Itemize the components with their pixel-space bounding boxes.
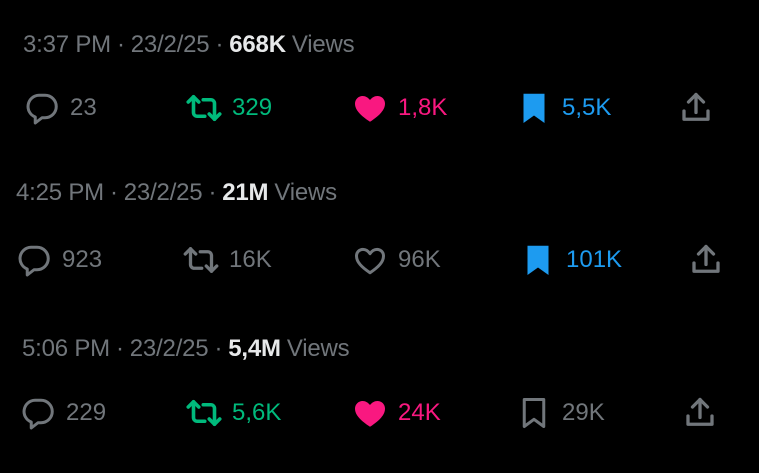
bookmark-button[interactable]: 29K [516, 393, 605, 433]
reply-button[interactable]: 23 [24, 88, 97, 128]
bookmark-button[interactable]: 5,5K [516, 88, 611, 128]
separator-dot: · [116, 31, 125, 58]
share-icon [678, 90, 714, 126]
views-count: 21M [222, 179, 269, 206]
like-count: 1,8K [398, 94, 448, 121]
views-label: Views [291, 31, 355, 58]
bookmark-count: 101K [566, 246, 623, 273]
reply-icon [20, 395, 56, 431]
post-stats-2: 4:25 PM · 23/2/25 · 21M Views 923 16K 96K 101… [0, 150, 759, 300]
action-bar: 923 16K 96K 101K [0, 240, 759, 280]
repost-button[interactable]: 329 [186, 88, 272, 128]
post-time[interactable]: 5:06 PM [22, 335, 110, 362]
post-stats-1: 3:37 PM · 23/2/25 · 668K Views 23 329 1,8K 5,… [0, 0, 759, 150]
post-stats-3: 5:06 PM · 23/2/25 · 5,4M Views 229 5,6K 24K 2… [0, 306, 759, 456]
heart-icon [352, 395, 388, 431]
views-count: 5,4M [228, 335, 281, 362]
reply-button[interactable]: 229 [20, 393, 106, 433]
post-time[interactable]: 4:25 PM [16, 179, 104, 206]
heart-icon [352, 242, 388, 278]
post-date[interactable]: 23/2/25 [130, 335, 209, 362]
repost-icon [186, 90, 222, 126]
post-meta: 3:37 PM · 23/2/25 · 668K Views [23, 30, 355, 60]
share-button[interactable] [678, 88, 714, 128]
share-icon [682, 395, 718, 431]
views-label: Views [274, 179, 337, 206]
repost-button[interactable]: 5,6K [186, 393, 281, 433]
bookmark-icon [516, 90, 552, 126]
repost-button[interactable]: 16K [183, 240, 272, 280]
reply-icon [16, 242, 52, 278]
bookmark-count: 5,5K [562, 94, 612, 121]
like-count: 24K [398, 399, 441, 426]
separator-dot: · [214, 335, 223, 362]
repost-count: 16K [229, 246, 272, 273]
like-button[interactable]: 96K [352, 240, 441, 280]
bookmark-icon [520, 242, 556, 278]
repost-count: 5,6K [232, 399, 282, 426]
post-date[interactable]: 23/2/25 [131, 31, 210, 58]
reply-count: 923 [62, 246, 103, 273]
like-button[interactable]: 24K [352, 393, 441, 433]
share-button[interactable] [682, 393, 718, 433]
share-icon [688, 242, 724, 278]
heart-icon [352, 90, 388, 126]
like-button[interactable]: 1,8K [352, 88, 447, 128]
post-meta: 4:25 PM · 23/2/25 · 21M Views [16, 178, 337, 208]
action-bar: 23 329 1,8K 5,5K [0, 88, 759, 128]
separator-dot: · [208, 179, 217, 206]
post-date[interactable]: 23/2/25 [124, 179, 203, 206]
like-count: 96K [398, 246, 441, 273]
share-button[interactable] [688, 240, 724, 280]
bookmark-icon [516, 395, 552, 431]
repost-count: 329 [232, 94, 273, 121]
reply-count: 23 [70, 94, 97, 121]
views-count: 668K [229, 31, 286, 58]
views-label: Views [286, 335, 350, 362]
separator-dot: · [109, 179, 118, 206]
bookmark-button[interactable]: 101K [520, 240, 622, 280]
reply-count: 229 [66, 399, 107, 426]
reply-icon [24, 90, 60, 126]
bookmark-count: 29K [562, 399, 605, 426]
action-bar: 229 5,6K 24K 29K [0, 393, 759, 433]
reply-button[interactable]: 923 [16, 240, 102, 280]
post-meta: 5:06 PM · 23/2/25 · 5,4M Views [22, 334, 350, 364]
post-time[interactable]: 3:37 PM [23, 31, 111, 58]
repost-icon [183, 242, 219, 278]
separator-dot: · [115, 335, 124, 362]
separator-dot: · [215, 31, 224, 58]
repost-icon [186, 395, 222, 431]
